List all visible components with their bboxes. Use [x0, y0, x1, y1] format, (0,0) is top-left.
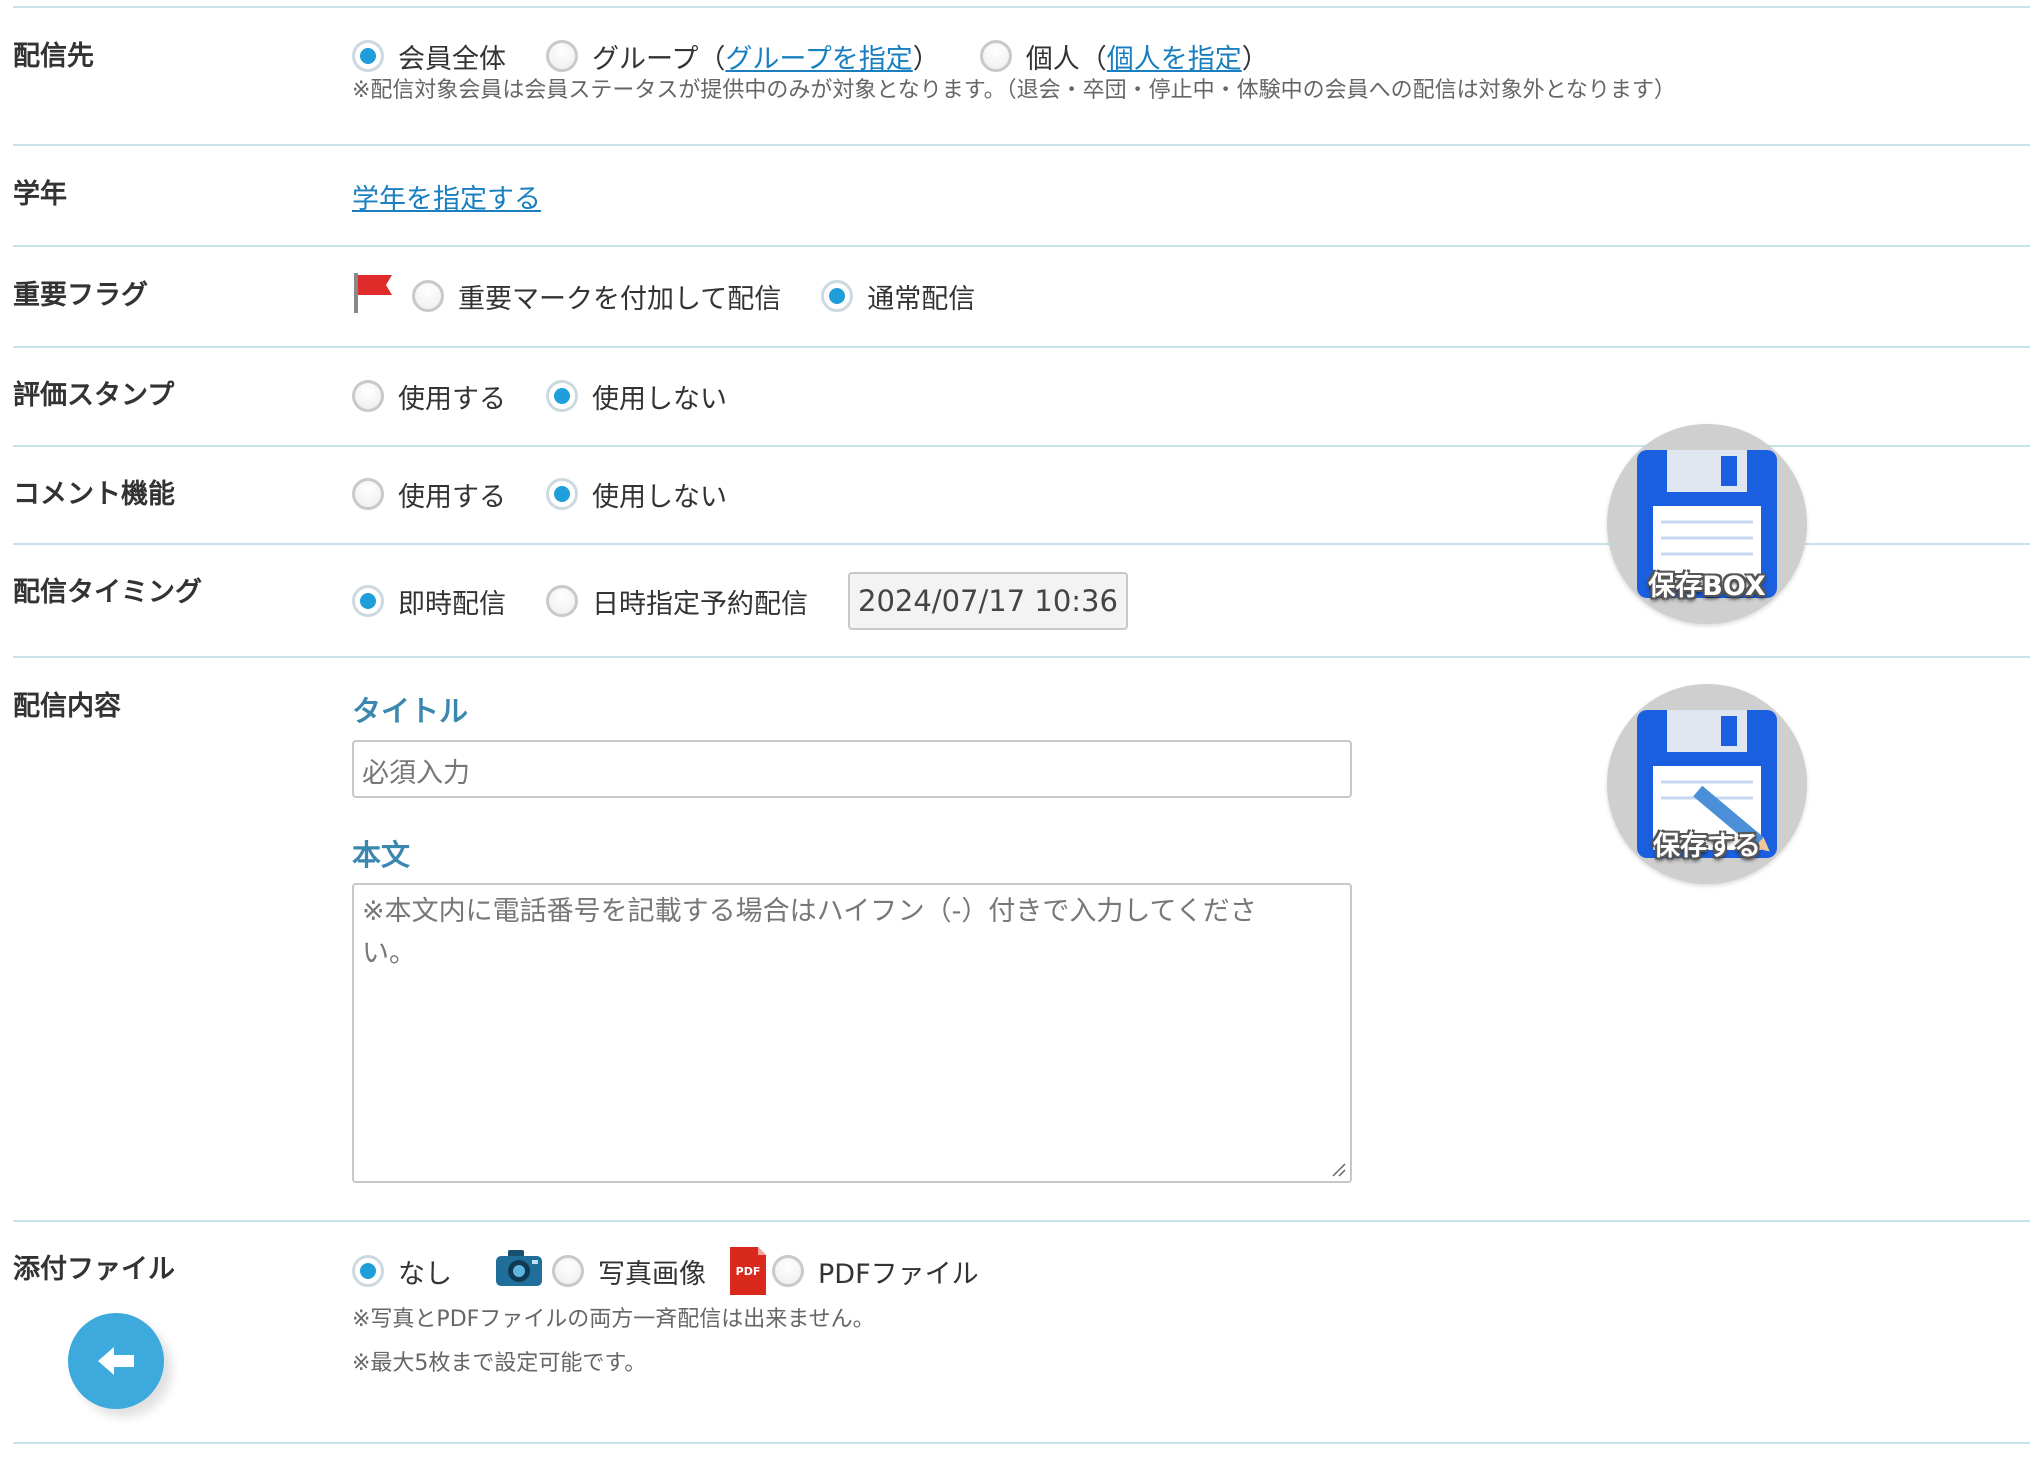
- recipient-option-group[interactable]: グループ（ グループを指定）: [546, 37, 940, 76]
- divider: [13, 144, 2030, 146]
- divider: [13, 1442, 2030, 1444]
- red-flag-icon: [352, 271, 396, 322]
- camera-icon: [494, 1248, 544, 1295]
- title-input[interactable]: 必須入力: [352, 740, 1352, 798]
- option-label: 使用する: [398, 383, 506, 415]
- importance-section: 重要マークを付加して配信 通常配信: [352, 272, 1015, 316]
- divider: [13, 656, 2030, 658]
- content-label: 配信内容: [13, 691, 121, 722]
- attachment-option-photo[interactable]: 写真画像: [552, 1252, 706, 1291]
- pdf-badge-text: PDF: [735, 1265, 761, 1278]
- body-textarea[interactable]: ※本文内に電話番号を記載する場合はハイフン（-）付きで入力してください。: [352, 883, 1352, 1183]
- stamp-option-use[interactable]: 使用する: [352, 377, 506, 416]
- title-heading: タイトル: [352, 694, 469, 728]
- divider: [13, 245, 2030, 247]
- body-placeholder: ※本文内に電話番号を記載する場合はハイフン（-）付きで入力してください。: [362, 896, 1257, 969]
- grade-section: 学年を指定する: [352, 176, 541, 216]
- save-box-label: 保存BOX: [1648, 571, 1766, 602]
- stamp-section: 使用する 使用しない: [352, 376, 767, 416]
- person-select-link[interactable]: 個人を指定: [1107, 37, 1242, 76]
- radio-normal[interactable]: [821, 280, 854, 312]
- datetime-input[interactable]: 2024/07/17 10:36: [848, 572, 1128, 630]
- delivery-settings-form: 配信先 会員全体 グループ（ グループを指定） 個人（ 個人を指定） ※配信対象会員…: [0, 0, 2036, 1458]
- comment-option-use[interactable]: 使用する: [352, 475, 506, 514]
- recipient-note: ※配信対象会員は会員ステータスが提供中のみが対象となります。（退会・卒団・停止中…: [352, 78, 1676, 103]
- radio-comment-use[interactable]: [352, 478, 384, 510]
- radio-important[interactable]: [412, 280, 444, 312]
- importance-option-normal[interactable]: 通常配信: [821, 277, 975, 316]
- recipient-section: 会員全体 グループ（ グループを指定） 個人（ 個人を指定） ※配信対象会員は会員ス…: [352, 36, 1676, 106]
- divider: [13, 1220, 2030, 1222]
- stamp-option-nouse[interactable]: 使用しない: [546, 377, 727, 416]
- back-button[interactable]: [68, 1313, 164, 1409]
- attachment-note-1: ※写真とPDFファイルの両方一斉配信は出来ません。: [352, 1307, 875, 1332]
- option-label: 写真画像: [598, 1258, 706, 1290]
- option-label: 個人（: [1025, 43, 1107, 75]
- attachment-label: 添付ファイル: [13, 1254, 175, 1285]
- radio-all[interactable]: [352, 40, 384, 72]
- radio-attach-photo[interactable]: [552, 1255, 584, 1287]
- attachment-section: なし 写真画像 PDF PDFファイル ※写真とPDFファイルの両方一斉配信は出…: [352, 1247, 1019, 1379]
- save-button[interactable]: 保存する: [1607, 684, 1807, 884]
- radio-timing-now[interactable]: [352, 585, 384, 617]
- pdf-file-icon: PDF: [730, 1247, 766, 1295]
- radio-attach-pdf[interactable]: [772, 1255, 804, 1287]
- radio-comment-nouse[interactable]: [546, 478, 578, 510]
- attachment-option-none[interactable]: なし: [352, 1252, 452, 1291]
- importance-label: 重要フラグ: [13, 280, 148, 311]
- recipient-label: 配信先: [13, 41, 94, 72]
- option-label: PDFファイル: [818, 1258, 979, 1290]
- option-label-close: ）: [912, 43, 940, 75]
- option-label: 日時指定予約配信: [592, 588, 808, 620]
- body-heading: 本文: [352, 838, 411, 872]
- option-label: 使用しない: [592, 481, 727, 513]
- timing-section: 即時配信 日時指定予約配信 2024/07/17 10:36: [352, 571, 1128, 631]
- timing-option-schedule[interactable]: 日時指定予約配信: [546, 582, 808, 621]
- divider: [13, 6, 2030, 8]
- radio-stamp-use[interactable]: [352, 380, 384, 412]
- option-label: 通常配信: [867, 283, 976, 315]
- importance-option-important[interactable]: 重要マークを付加して配信: [412, 277, 781, 316]
- option-label: グループ（: [592, 43, 726, 75]
- recipient-option-person[interactable]: 個人（ 個人を指定）: [979, 37, 1269, 76]
- radio-timing-schedule[interactable]: [546, 585, 578, 617]
- radio-group[interactable]: [546, 40, 578, 72]
- radio-stamp-nouse[interactable]: [546, 380, 578, 412]
- radio-person[interactable]: [979, 40, 1012, 72]
- option-label: 使用する: [398, 481, 506, 513]
- attachment-note-2: ※最大5枚まで設定可能です。: [352, 1351, 647, 1376]
- option-label-close: ）: [1241, 43, 1269, 75]
- radio-attach-none[interactable]: [352, 1255, 384, 1287]
- save-label: 保存する: [1653, 831, 1761, 862]
- option-label: 即時配信: [398, 588, 506, 620]
- timing-option-now[interactable]: 即時配信: [352, 582, 506, 621]
- comment-label: コメント機能: [13, 479, 175, 510]
- grade-label: 学年: [13, 179, 67, 210]
- save-box-button[interactable]: 保存BOX: [1607, 424, 1807, 624]
- comment-section: 使用する 使用しない: [352, 474, 767, 514]
- option-label: なし: [398, 1258, 452, 1290]
- resize-handle-icon[interactable]: [1330, 1161, 1346, 1177]
- option-label: 会員全体: [398, 43, 506, 75]
- title-placeholder: 必須入力: [362, 758, 470, 789]
- option-label: 使用しない: [592, 383, 727, 415]
- comment-option-nouse[interactable]: 使用しない: [546, 475, 727, 514]
- attachment-option-pdf[interactable]: PDFファイル: [772, 1252, 979, 1291]
- option-label: 重要マークを付加して配信: [458, 283, 782, 315]
- stamp-label: 評価スタンプ: [13, 380, 175, 411]
- divider: [13, 346, 2030, 348]
- group-select-link[interactable]: グループを指定: [725, 37, 912, 76]
- back-arrow-icon: [98, 1347, 134, 1375]
- timing-label: 配信タイミング: [13, 577, 202, 608]
- recipient-option-all[interactable]: 会員全体: [352, 37, 506, 76]
- grade-select-link[interactable]: 学年を指定する: [352, 177, 541, 216]
